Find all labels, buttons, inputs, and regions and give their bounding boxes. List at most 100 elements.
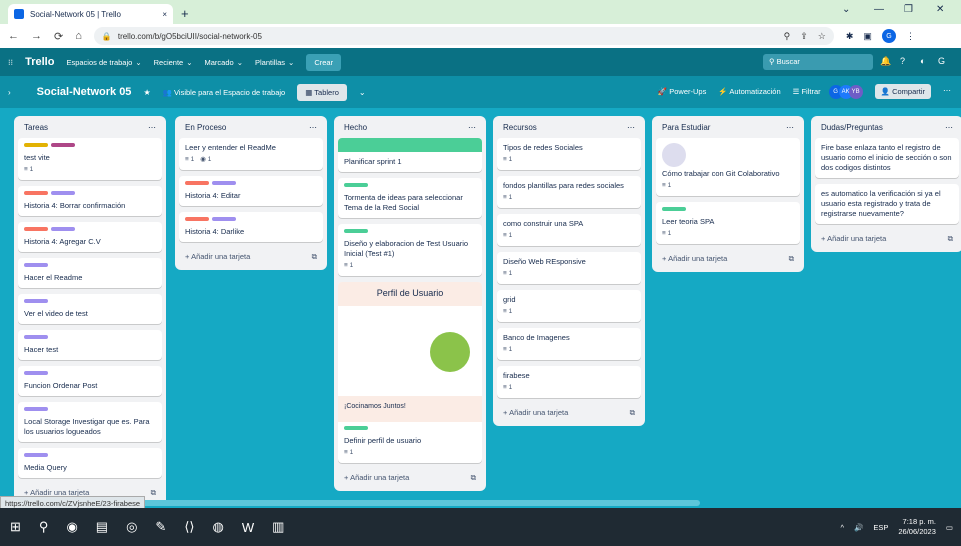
theme-icon[interactable]: ◐ [920, 56, 925, 66]
windows-start-icon[interactable]: ⊞ [10, 519, 21, 535]
list-card[interactable]: Ver el video de test [18, 294, 162, 324]
files-icon[interactable]: ▤ [96, 519, 108, 535]
share-button[interactable]: 👤 Compartir [874, 84, 931, 99]
automation-button[interactable]: ⚡ Automatización [718, 87, 780, 96]
list-header[interactable]: Tareas ⋯ [18, 120, 162, 138]
list-card[interactable]: fondos plantillas para redes sociales ≡ 1 [497, 176, 641, 208]
avatar[interactable]: YB [848, 84, 863, 99]
notifications-icon[interactable]: ▭ [946, 523, 953, 532]
list-card[interactable]: Historia 4: Editar [179, 176, 323, 206]
list-card[interactable]: Fire base enlaza tanto el registro de us… [815, 138, 959, 178]
list-card[interactable]: Local Storage Investigar que es. Para lo… [18, 402, 162, 442]
search-icon[interactable]: ⚲ [39, 519, 49, 535]
list-card[interactable]: Leer teoria SPA ≡ 1 [656, 202, 800, 244]
template-icon[interactable]: ⧉ [789, 254, 794, 264]
minimize-button[interactable]: — [874, 4, 884, 15]
home-icon[interactable]: ⌂ [75, 30, 82, 42]
template-icon[interactable]: ⧉ [312, 252, 317, 262]
list-menu-icon[interactable]: ⋯ [786, 123, 794, 132]
list-menu-icon[interactable]: ⋯ [468, 123, 476, 132]
help-icon[interactable]: ? [900, 56, 905, 66]
template-icon[interactable]: ⧉ [630, 408, 635, 418]
close-window-button[interactable]: ✕ [936, 4, 944, 15]
app-icon[interactable]: ✎ [155, 519, 166, 535]
list-card[interactable]: Tipos de redes Sociales ≡ 1 [497, 138, 641, 170]
list-card[interactable]: firabese ≡ 1 [497, 366, 641, 398]
add-card-button[interactable]: + Añadir una tarjeta ⧉ [179, 248, 323, 266]
account-avatar[interactable]: G [938, 56, 945, 66]
list-card[interactable]: como construir una SPA ≡ 1 [497, 214, 641, 246]
list-card[interactable]: Tormenta de ideas para seleccionar Tema … [338, 178, 482, 218]
list-header[interactable]: En Proceso ⋯ [179, 120, 323, 138]
close-icon[interactable]: × [162, 10, 167, 19]
list-menu-icon[interactable]: ⋯ [627, 123, 635, 132]
powerups-button[interactable]: 🚀 Power-Ups [658, 87, 707, 96]
menu-icon[interactable]: ⋮ [906, 31, 915, 42]
chrome-icon[interactable]: ◉ [66, 519, 77, 535]
menu-starred[interactable]: Marcado ⌄ [205, 58, 243, 67]
notifications-icon[interactable]: 🔔 [880, 56, 891, 67]
add-card-button[interactable]: + Añadir una tarjeta ⧉ [497, 404, 641, 422]
list-card[interactable]: Diseño y elaboracion de Test Usuario Ini… [338, 224, 482, 276]
winrar-icon[interactable]: ▥ [272, 519, 284, 535]
search-input[interactable]: ⚲ Buscar [763, 54, 873, 70]
extensions-icon[interactable]: ✱ [846, 31, 854, 42]
list-menu-icon[interactable]: ⋯ [945, 123, 953, 132]
menu-recent[interactable]: Reciente ⌄ [154, 58, 193, 67]
list-card[interactable]: test vite ≡ 1 [18, 138, 162, 180]
firefox-icon[interactable]: ◍ [212, 519, 223, 535]
template-icon[interactable]: ⧉ [948, 234, 953, 244]
list-card[interactable]: Banco de Imagenes ≡ 1 [497, 328, 641, 360]
browser-tab[interactable]: Social-Network 05 | Trello × [8, 4, 173, 24]
board-title[interactable]: Social-Network 05 [37, 86, 132, 98]
list-card[interactable]: Historia 4: Darlike [179, 212, 323, 242]
list-header[interactable]: Dudas/Preguntas ⋯ [815, 120, 959, 138]
list-card[interactable]: Historia 4: Agregar C.V [18, 222, 162, 252]
board-view-button[interactable]: ▦ Tablero [297, 83, 347, 101]
list-menu-icon[interactable]: ⋯ [309, 123, 317, 132]
add-card-button[interactable]: + Añadir una tarjeta ⧉ [656, 250, 800, 268]
list-card[interactable]: Historia 4: Borrar confirmación [18, 186, 162, 216]
list-card[interactable]: Leer y entender el ReadMe ≡ 1 ◉ 1 [179, 138, 323, 170]
vscode-icon[interactable]: ⟨⟩ [184, 519, 194, 535]
menu-workspaces[interactable]: Espacios de trabajo ⌄ [66, 58, 141, 67]
volume-icon[interactable]: 🔊 [854, 523, 863, 532]
list-card[interactable]: Cómo trabajar con Git Colaborativo ≡ 1 [656, 138, 800, 196]
list-header[interactable]: Para Estudiar ⋯ [656, 120, 800, 138]
chevron-down-icon[interactable]: ⌄ [359, 88, 366, 97]
restore-button[interactable]: ❐ [904, 4, 913, 15]
forward-icon[interactable]: → [31, 30, 42, 42]
word-icon[interactable]: W [242, 520, 254, 535]
keyboard-language[interactable]: ESP [873, 523, 888, 532]
reload-icon[interactable]: ⟳ [54, 30, 63, 43]
app-icon[interactable]: ◎ [126, 519, 137, 535]
list-header[interactable]: Hecho ⋯ [338, 120, 482, 138]
template-icon[interactable]: ⧉ [471, 473, 476, 483]
list-header[interactable]: Recursos ⋯ [497, 120, 641, 138]
apps-grid-icon[interactable]: ⁝⁝ [8, 58, 13, 67]
list-card[interactable]: Funcion Ordenar Post [18, 366, 162, 396]
list-card[interactable]: Diseño Web REsponsive ≡ 1 [497, 252, 641, 284]
list-card[interactable]: grid ≡ 1 [497, 290, 641, 322]
list-card[interactable]: Planificar sprint 1 [338, 138, 482, 172]
filter-button[interactable]: ☰ Filtrar [793, 87, 821, 96]
list-card[interactable]: Hacer test [18, 330, 162, 360]
create-button[interactable]: Crear [306, 53, 342, 71]
board-menu-icon[interactable]: ⋯ [943, 86, 951, 95]
add-card-button[interactable]: + Añadir una tarjeta ⧉ [815, 230, 959, 248]
zoom-icon[interactable]: ⚲ [784, 31, 791, 42]
address-bar[interactable]: 🔒 trello.com/b/gO5bciUII/social-network-… [93, 27, 834, 45]
list-menu-icon[interactable]: ⋯ [148, 123, 156, 132]
trello-logo[interactable]: Trello [25, 56, 54, 68]
list-card[interactable]: Media Query [18, 448, 162, 478]
star-board-icon[interactable]: ★ [143, 88, 150, 97]
template-icon[interactable]: ⧉ [151, 488, 156, 498]
star-icon[interactable]: ☆ [818, 31, 826, 42]
menu-templates[interactable]: Plantillas ⌄ [255, 58, 294, 67]
list-card[interactable]: es automatico la verificación si ya el u… [815, 184, 959, 224]
sidebar-toggle-icon[interactable]: › [8, 88, 11, 97]
back-icon[interactable]: ← [8, 30, 19, 42]
visibility-button[interactable]: 👥 Visible para el Espacio de trabajo [163, 88, 286, 97]
new-tab-button[interactable]: + [181, 6, 189, 21]
sidepanel-icon[interactable]: ▣ [863, 31, 872, 42]
